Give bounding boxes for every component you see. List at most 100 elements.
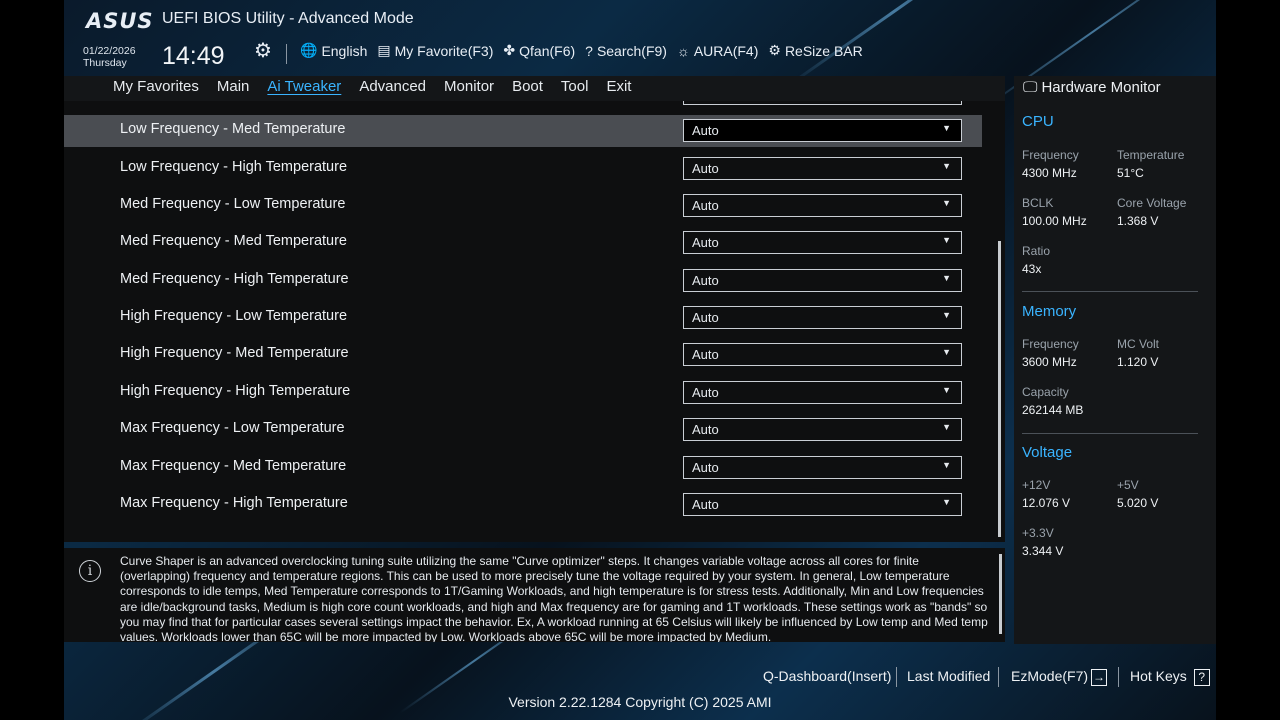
chevron-down-icon: ▼ <box>942 422 951 433</box>
exit-arrow-icon: → <box>1091 668 1108 686</box>
top-menu-resize-bar[interactable]: ⚙ ReSize BAR <box>768 42 862 59</box>
cpu-frequency-value: 4300 MHz <box>1022 166 1077 180</box>
top-menu-label: ReSize BAR <box>784 42 863 59</box>
chevron-down-icon: ▼ <box>942 310 951 321</box>
globe-icon: 🌐 <box>300 42 318 58</box>
setting-dropdown[interactable]: Auto ▼ <box>683 306 962 330</box>
top-menu-english[interactable]: 🌐 English <box>300 42 367 59</box>
gear-icon[interactable]: ⚙ <box>254 38 272 63</box>
bclk-value: 100.00 MHz <box>1022 214 1087 228</box>
core-voltage-value: 1.368 V <box>1117 214 1159 228</box>
help-text: Curve Shaper is an advanced overclocking… <box>120 554 988 642</box>
chevron-down-icon: ▼ <box>942 235 951 246</box>
setting-row[interactable]: Med Frequency - Low Temperature Auto ▼ <box>64 190 982 222</box>
setting-row[interactable]: High Frequency - Med Temperature Auto ▼ <box>64 339 982 371</box>
dropdown-value: Auto <box>692 459 719 475</box>
tab-tool[interactable]: Tool <box>561 78 589 95</box>
ezmode-button[interactable]: EzMode(F7) → <box>1011 668 1108 686</box>
hardware-monitor-panel: 🖵 Hardware Monitor CPU Frequency 4300 MH… <box>1014 76 1216 644</box>
aura-icon: ☼ <box>676 42 690 59</box>
top-menu-qfan-f6[interactable]: ✤ Qfan(F6) <box>503 42 575 59</box>
cpu-section-title: CPU <box>1022 113 1054 130</box>
dropdown-value: Auto <box>692 235 719 251</box>
voltage-section-title: Voltage <box>1022 444 1073 461</box>
setting-row[interactable]: Low Frequency - Low TemperatureAuto▼ <box>64 101 982 110</box>
dropdown-value: Auto <box>692 198 719 214</box>
dropdown-value: Auto <box>692 310 719 326</box>
tab-advanced[interactable]: Advanced <box>359 78 426 95</box>
setting-dropdown[interactable]: Auto▼ <box>683 492 962 516</box>
tab-exit[interactable]: Exit <box>606 78 631 95</box>
asus-logo: ASUS <box>86 9 154 33</box>
mc-volt-label: MC Volt <box>1117 337 1160 351</box>
setting-dropdown[interactable]: Auto ▼ <box>683 418 962 442</box>
setting-row[interactable]: Med Frequency - Med Temperature Auto ▼ <box>64 227 982 259</box>
chevron-down-icon: ▼ <box>942 160 951 171</box>
setting-row[interactable]: High Frequency - Low Temperature Auto ▼ <box>64 302 982 334</box>
dropdown-value: Auto <box>692 384 719 400</box>
monitor-icon: 🖵 <box>1023 79 1038 96</box>
setting-dropdown[interactable]: Auto ▼ <box>683 231 962 255</box>
setting-dropdown[interactable]: Auto ▼ <box>683 343 962 367</box>
chevron-down-icon: ▼ <box>942 496 951 507</box>
tab-main[interactable]: Main <box>217 78 250 95</box>
setting-row[interactable]: Med Frequency - High Temperature Auto ▼ <box>64 265 982 297</box>
setting-dropdown[interactable]: Auto▼ <box>683 101 962 105</box>
dropdown-value: Auto <box>692 422 719 438</box>
top-menu-label: AURA(F4) <box>693 42 759 59</box>
setting-dropdown[interactable]: Auto ▼ <box>683 194 962 218</box>
chevron-down-icon: ▼ <box>942 198 951 209</box>
settings-scrollbar[interactable] <box>998 241 1001 537</box>
setting-dropdown[interactable]: Auto▼ <box>683 380 962 404</box>
info-icon: i <box>79 560 101 582</box>
setting-label: High Frequency - Med Temperature <box>120 345 349 362</box>
setting-label: Max Frequency - High Temperature <box>120 494 348 511</box>
top-menu-my-favorite-f3[interactable]: ▤ My Favorite(F3) <box>377 42 493 59</box>
setting-dropdown[interactable]: Auto▼ <box>683 119 962 143</box>
tab-boot[interactable]: Boot <box>512 78 543 95</box>
setting-label: Med Frequency - Low Temperature <box>120 196 346 213</box>
top-menu-search-f9[interactable]: ? Search(F9) <box>585 42 667 59</box>
setting-row[interactable]: Low Frequency - High Temperature Auto ▼ <box>64 153 982 185</box>
fan-icon: ✤ <box>503 42 516 58</box>
tab-monitor[interactable]: Monitor <box>444 78 494 95</box>
cpu-frequency-label: Frequency <box>1022 148 1079 162</box>
dropdown-value: Auto <box>692 347 719 363</box>
ratio-value: 43x <box>1022 262 1042 276</box>
q-dashboard-button[interactable]: Q-Dashboard(Insert) <box>763 668 891 684</box>
date-display[interactable]: 01/22/2026 Thursday <box>83 45 136 69</box>
capacity-label: Capacity <box>1022 385 1069 399</box>
clock-display[interactable]: 14:49 <box>162 42 225 71</box>
v12-label: +12V <box>1022 478 1051 492</box>
section-divider <box>1022 433 1198 434</box>
chevron-down-icon: ▼ <box>942 272 951 283</box>
memory-section-title: Memory <box>1022 303 1077 320</box>
top-menu-label: English <box>321 42 368 59</box>
version-text: Version 2.22.1284 Copyright (C) 2025 AMI <box>508 694 772 710</box>
top-menu-aura-f4[interactable]: ☼ AURA(F4) <box>677 42 758 59</box>
hardware-monitor-title: Hardware Monitor <box>1041 79 1161 96</box>
help-panel: i Curve Shaper is an advanced overclocki… <box>64 548 1005 642</box>
last-modified-button[interactable]: Last Modified <box>907 668 990 684</box>
setting-label: Med Frequency - High Temperature <box>120 270 349 287</box>
help-scrollbar[interactable] <box>999 554 1002 634</box>
memory-frequency-label: Frequency <box>1022 337 1079 351</box>
chevron-down-icon: ▼ <box>942 347 951 358</box>
date-text: 01/22/2026 <box>83 45 136 57</box>
tab-my-favorites[interactable]: My Favorites <box>113 78 199 95</box>
setting-row[interactable]: High Frequency - High Temperature Auto ▼ <box>64 377 982 409</box>
ezmode-label: EzMode(F7) <box>1011 668 1089 684</box>
bottom-divider <box>998 667 999 687</box>
setting-dropdown[interactable]: Auto▼ <box>683 455 962 479</box>
tab-ai-tweaker[interactable]: Ai Tweaker <box>267 78 341 95</box>
cpu-temperature-label: Temperature <box>1117 148 1185 162</box>
setting-dropdown[interactable]: Auto▼ <box>683 268 962 292</box>
bottom-divider <box>896 667 897 687</box>
setting-row[interactable]: Max Frequency - High Temperature Auto ▼ <box>64 489 982 521</box>
setting-row[interactable]: Max Frequency - Med Temperature Auto ▼ <box>64 452 982 484</box>
v5-label: +5V <box>1117 478 1139 492</box>
setting-row[interactable]: Max Frequency - Low Temperature Auto ▼ <box>64 414 982 446</box>
hot-keys-button[interactable]: Hot Keys ? <box>1130 668 1210 686</box>
setting-dropdown[interactable]: Auto▼ <box>683 156 962 180</box>
setting-row[interactable]: Low Frequency - Med Temperature Auto ▼ <box>64 115 982 148</box>
